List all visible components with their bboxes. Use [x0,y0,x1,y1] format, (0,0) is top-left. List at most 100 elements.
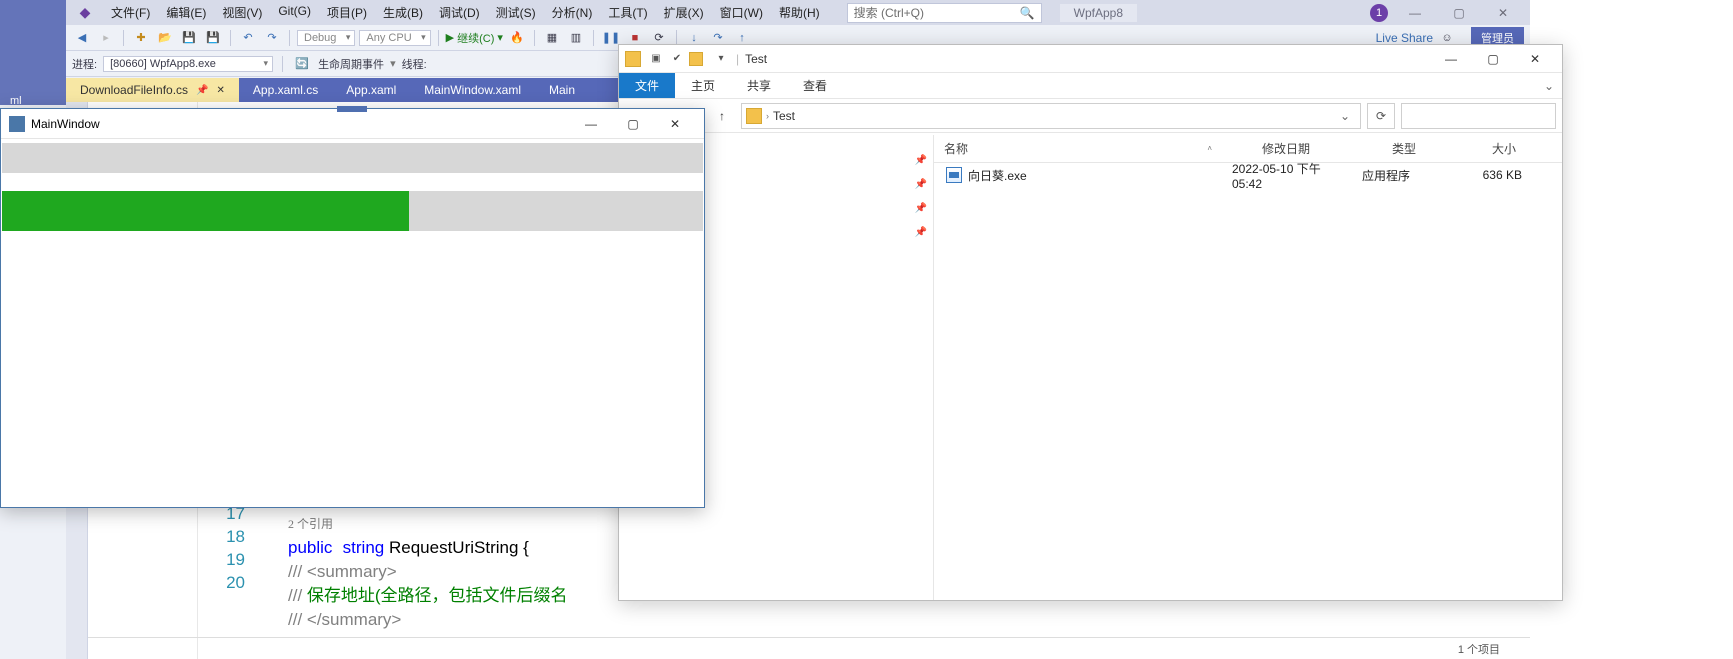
chevron-right-icon[interactable]: › [766,111,769,121]
menu-project[interactable]: 项目(P) [320,1,374,24]
new-icon[interactable]: ✚ [131,28,151,48]
menu-test[interactable]: 测试(S) [489,1,543,24]
process-dropdown[interactable]: [80660] WpfApp8.exe [103,56,273,72]
vs-logo-icon: ◆ [74,2,96,24]
address-bar[interactable]: › Test ⌄ [741,103,1361,129]
fe-minimize-button[interactable]: — [1430,46,1472,72]
tab-label: MainWindow.xaml [424,83,521,97]
ribbon-expand-icon[interactable]: ⌄ [1536,73,1562,98]
config-dropdown[interactable]: Debug [297,30,355,46]
ribbon-tab-share[interactable]: 共享 [731,73,787,98]
col-type[interactable]: 类型 [1382,140,1482,157]
mw-maximize-button[interactable]: ▢ [612,110,654,138]
tb-icon[interactable]: ▥ [566,28,586,48]
save-icon[interactable]: 💾 [179,28,199,48]
separator [123,30,124,46]
vs-title-right: 1 — ▢ ✕ [1370,2,1530,24]
quick-access-toolbar: ▣ ✔ ▾ [647,50,730,68]
breadcrumb-item[interactable]: Test [773,109,795,123]
fe-maximize-button[interactable]: ▢ [1472,46,1514,72]
mw-minimize-button[interactable]: — [570,110,612,138]
mw-close-button[interactable]: ✕ [654,110,696,138]
qa-folder-icon[interactable] [689,52,703,66]
fe-ribbon: 文件 主页 共享 查看 ⌄ [619,73,1562,99]
qa-check-icon[interactable]: ✔ [668,50,686,68]
vs-search-box[interactable]: 搜索 (Ctrl+Q) 🔍 [847,3,1042,23]
tab-label: App.xaml [346,83,396,97]
menu-file[interactable]: 文件(F) [104,1,157,24]
tb-icon[interactable]: ▦ [542,28,562,48]
codelens-refs[interactable]: 2 个引用 [288,517,333,531]
fe-window-buttons: — ▢ ✕ [1430,46,1556,72]
refresh-button[interactable]: ⟳ [1367,103,1395,129]
fe-search-input[interactable] [1401,103,1556,129]
qa-properties-icon[interactable]: ▣ [647,50,665,68]
menu-help[interactable]: 帮助(H) [772,1,827,24]
nav-up-button[interactable]: ↑ [709,103,735,129]
qa-dropdown-icon[interactable]: ▾ [712,50,730,68]
fe-titlebar[interactable]: ▣ ✔ ▾ | Test — ▢ ✕ [619,45,1562,73]
undo-icon[interactable]: ↶ [238,28,258,48]
folder-icon [625,51,641,67]
vs-maximize-button[interactable]: ▢ [1442,2,1476,24]
file-name: 向日葵.exe [968,167,1027,184]
nav-back-icon[interactable]: ◀ [72,28,92,48]
pin-icon[interactable]: 📌 [915,203,927,214]
process-label: 进程: [72,56,97,72]
continue-button[interactable]: ▶ 继续(C) ▾ [446,30,503,46]
mainwindow-titlebar[interactable]: MainWindow — ▢ ✕ [1,109,704,139]
debug-adorner-icon[interactable] [337,106,367,112]
ribbon-tab-home[interactable]: 主页 [675,73,731,98]
col-size[interactable]: 大小 [1482,140,1562,157]
mainwindow-title-text: MainWindow [31,117,100,131]
tab-downloadfileinfo[interactable]: DownloadFileInfo.cs📌✕ [66,78,239,102]
menu-extensions[interactable]: 扩展(X) [657,1,711,24]
mainwindow-app: MainWindow — ▢ ✕ [0,108,705,508]
fe-file-list[interactable]: 名称 ˄ 修改日期 类型 大小 向日葵.exe 2022-05-10 下午 05… [934,135,1562,600]
menu-edit[interactable]: 编辑(E) [159,1,213,24]
hot-reload-icon[interactable]: 🔥 [507,28,527,48]
tab-appxamlcs[interactable]: App.xaml.cs [239,78,332,102]
vs-close-button[interactable]: ✕ [1486,2,1520,24]
fe-close-button[interactable]: ✕ [1514,46,1556,72]
platform-dropdown[interactable]: Any CPU [359,30,430,46]
tab-close-icon[interactable]: ✕ [217,85,225,96]
menu-git[interactable]: Git(G) [271,1,318,24]
menu-window[interactable]: 窗口(W) [713,1,770,24]
tab-mainwindowxaml[interactable]: MainWindow.xaml [410,78,535,102]
col-date[interactable]: 修改日期 [1252,140,1382,157]
address-dropdown-icon[interactable]: ⌄ [1334,109,1356,123]
col-name[interactable]: 名称 [934,140,1172,157]
tab-appxaml[interactable]: App.xaml [332,78,410,102]
tab-main[interactable]: Main [535,78,589,102]
redo-icon[interactable]: ↷ [262,28,282,48]
search-icon: 🔍 [1020,6,1035,20]
open-icon[interactable]: 📂 [155,28,175,48]
menu-tools[interactable]: 工具(T) [601,1,654,24]
nav-fwd-icon[interactable]: ▸ [96,28,116,48]
live-share-button[interactable]: Live Share [1376,31,1433,45]
app-icon [9,116,25,132]
tab-label: Main [549,83,575,97]
ribbon-tab-view[interactable]: 查看 [787,73,843,98]
mainwindow-buttons: — ▢ ✕ [570,110,696,138]
notification-badge[interactable]: 1 [1370,4,1388,22]
pin-icon[interactable]: 📌 [915,155,927,166]
menu-analyze[interactable]: 分析(N) [545,1,600,24]
menu-view[interactable]: 视图(V) [215,1,269,24]
tab-pin-icon[interactable]: 📌 [196,85,208,96]
pin-icon[interactable]: 📌 [915,179,927,190]
pin-icon[interactable]: 📌 [915,227,927,238]
save-all-icon[interactable]: 💾 [203,28,223,48]
tab-label: App.xaml.cs [253,83,318,97]
separator [282,56,283,72]
menu-build[interactable]: 生成(B) [376,1,430,24]
vs-menubar: 文件(F) 编辑(E) 视图(V) Git(G) 项目(P) 生成(B) 调试(… [104,1,827,24]
lifecycle-icon[interactable]: 🔄 [292,54,312,74]
item-count: 1 个项目 [1458,641,1500,657]
vs-minimize-button[interactable]: — [1398,2,1432,24]
file-row[interactable]: 向日葵.exe 2022-05-10 下午 05:42 应用程序 636 KB [934,163,1562,187]
vs-project-name[interactable]: WpfApp8 [1060,4,1137,22]
ribbon-tab-file[interactable]: 文件 [619,73,675,98]
menu-debug[interactable]: 调试(D) [432,1,487,24]
